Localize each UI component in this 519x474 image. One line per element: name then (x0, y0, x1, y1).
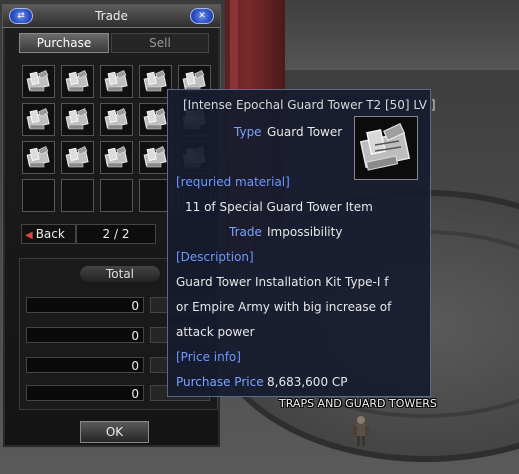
tooltip-description-line: attack power (176, 325, 255, 339)
ceiling-structure (285, 0, 519, 70)
item-slot[interactable] (22, 141, 55, 174)
item-slot[interactable] (100, 103, 133, 136)
item-slot[interactable] (22, 103, 55, 136)
tab-purchase[interactable]: Purchase (19, 33, 109, 53)
close-icon[interactable]: ✕ (190, 8, 214, 24)
tooltip-description-header: [Description] (176, 250, 254, 264)
npc-character-icon[interactable] (350, 414, 372, 448)
ok-button[interactable]: OK (80, 421, 149, 443)
page-indicator: 2 / 2 (76, 224, 156, 244)
amount-field[interactable]: 0 (26, 357, 144, 373)
tooltip-description-line: Guard Tower Installation Kit Type-I f (176, 275, 389, 289)
window-title: Trade (95, 9, 128, 23)
item-slot[interactable] (100, 65, 133, 98)
guard-tower-kit-icon (354, 116, 418, 180)
item-slot[interactable] (61, 141, 94, 174)
empty-item-slot[interactable] (61, 179, 94, 212)
tooltip-description-line: or Empire Army with big increase of (176, 300, 392, 314)
item-slot[interactable] (22, 65, 55, 98)
tab-sell[interactable]: Sell (111, 33, 209, 53)
tooltip-material-value: 11 of Special Guard Tower Item (185, 200, 373, 214)
tooltip-price-value: 8,683,600 CP (267, 375, 348, 389)
back-label: Back (35, 227, 65, 241)
item-slot[interactable] (100, 141, 133, 174)
tooltip-item-name: [Intense Epochal Guard Tower T2 [50] LV … (183, 98, 436, 112)
tooltip-trade-key: Trade (229, 225, 262, 239)
tooltip-material-header: [requried material] (176, 175, 290, 189)
tooltip-price-key: Purchase Price (176, 375, 264, 389)
npc-name-label[interactable]: TRAPS AND GUARD TOWERS (279, 397, 437, 410)
empty-item-slot[interactable] (22, 179, 55, 212)
amount-field[interactable]: 0 (26, 297, 144, 313)
item-slot[interactable] (61, 65, 94, 98)
amount-field[interactable]: 0 (26, 327, 144, 343)
tooltip-price-header: [Price info] (176, 350, 241, 364)
item-tooltip: [Intense Epochal Guard Tower T2 [50] LV … (167, 89, 436, 397)
title-bar[interactable]: ⇄ Trade ✕ (3, 5, 220, 28)
amount-field[interactable]: 0 (26, 385, 144, 401)
back-button[interactable]: ◀ Back (21, 224, 76, 244)
total-label: Total (80, 266, 160, 282)
empty-item-slot[interactable] (100, 179, 133, 212)
left-arrow-icon: ◀ (25, 230, 33, 241)
tooltip-trade-value: Impossibility (267, 225, 343, 239)
tooltip-type-value: Guard Tower (267, 125, 343, 139)
tooltip-type-key: Type (234, 125, 262, 139)
item-slot[interactable] (61, 103, 94, 136)
